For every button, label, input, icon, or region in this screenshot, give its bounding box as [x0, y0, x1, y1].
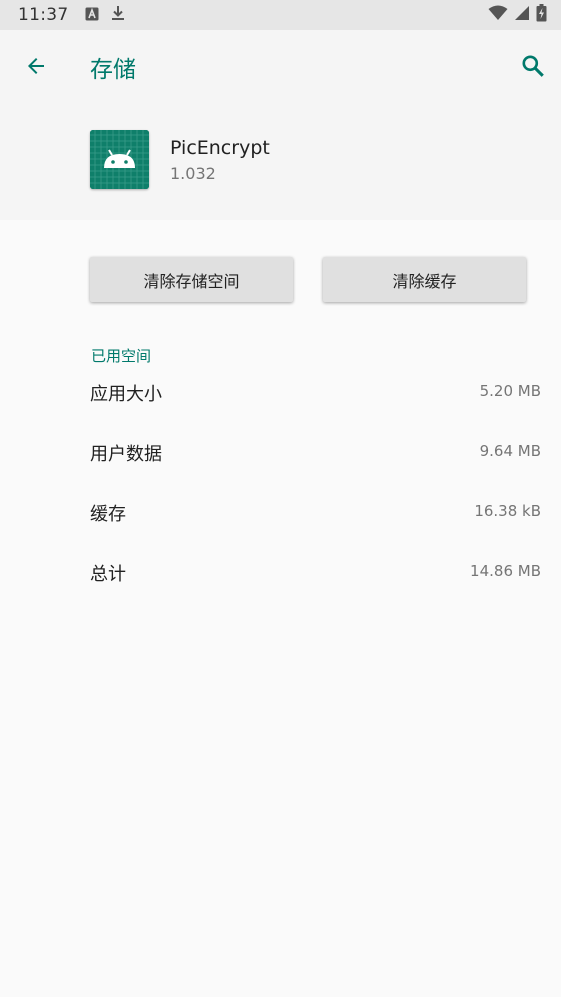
clear-storage-button[interactable]: 清除存储空间: [90, 257, 293, 302]
row-value: 16.38 kB: [474, 502, 541, 520]
battery-charging-icon: [536, 4, 547, 26]
storage-row-app-size: 应用大小 5.20 MB: [0, 380, 561, 420]
app-header: PicEncrypt 1.032: [0, 102, 561, 220]
wifi-icon: [488, 5, 508, 25]
android-robot-icon: [90, 130, 149, 189]
storage-row-user-data: 用户数据 9.64 MB: [0, 440, 561, 480]
row-value: 9.64 MB: [479, 442, 541, 460]
row-label: 缓存: [90, 504, 126, 525]
download-icon: [111, 5, 125, 25]
search-icon: [522, 55, 544, 77]
page-title: 存储: [90, 57, 136, 83]
app-version: 1.032: [170, 164, 216, 183]
clear-cache-button[interactable]: 清除缓存: [323, 257, 526, 302]
storage-row-cache: 缓存 16.38 kB: [0, 500, 561, 540]
app-name: PicEncrypt: [170, 137, 270, 159]
row-label: 总计: [90, 564, 126, 585]
status-time: 11:37: [18, 5, 69, 25]
notification-icons: [85, 5, 125, 25]
row-value: 14.86 MB: [470, 562, 541, 580]
back-button[interactable]: [14, 44, 58, 88]
arrow-back-icon: [28, 58, 44, 74]
system-icons: [488, 4, 547, 26]
status-bar: 11:37: [0, 0, 561, 30]
keyboard-a-icon: [85, 6, 99, 25]
search-button[interactable]: [511, 44, 555, 88]
signal-icon: [514, 5, 530, 25]
section-title-used-space: 已用空间: [91, 347, 152, 365]
storage-row-total: 总计 14.86 MB: [0, 560, 561, 600]
row-value: 5.20 MB: [479, 382, 541, 400]
row-label: 用户数据: [90, 444, 162, 465]
app-bar: 存储: [0, 30, 561, 102]
row-label: 应用大小: [90, 384, 162, 405]
